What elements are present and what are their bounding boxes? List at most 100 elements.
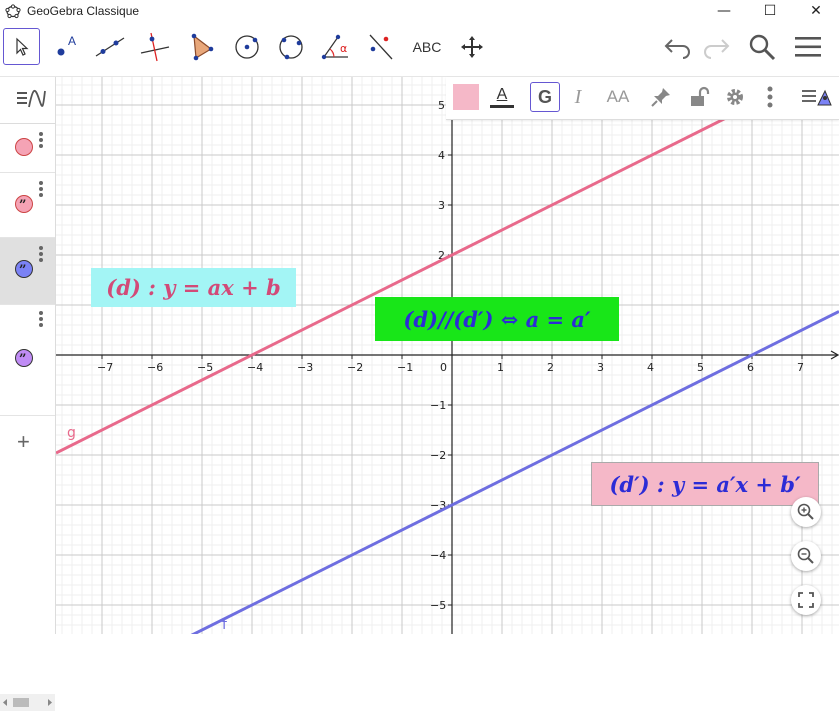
circle-center-icon xyxy=(235,35,259,59)
vertical-dots-icon xyxy=(767,86,773,108)
italic-label: I xyxy=(574,85,582,108)
unlock-icon xyxy=(691,86,710,106)
coordinate-plane[interactable]: −7−6−5−4−3−2−101234567 54321−1−2−3−4−5 g… xyxy=(56,77,839,634)
menu-icon xyxy=(795,37,821,57)
undo-button[interactable] xyxy=(660,28,696,66)
quote-blue-icon[interactable]: ” xyxy=(15,260,33,278)
main-menu-button[interactable] xyxy=(790,28,826,66)
pin-icon xyxy=(651,88,670,107)
window-title: GeoGebra Classique xyxy=(27,4,140,18)
main-toolbar: A α ABC xyxy=(0,22,839,77)
text-tool-button[interactable]: ABC xyxy=(408,28,446,66)
italic-button[interactable]: I xyxy=(562,82,594,112)
zoom-out-icon xyxy=(797,547,814,564)
item-menu-icon[interactable] xyxy=(39,132,43,150)
graphics-view-menu-button[interactable] xyxy=(798,82,834,112)
alpha-letter: α xyxy=(340,42,347,55)
arrow-cursor-icon xyxy=(15,37,29,56)
zoom-out-button[interactable] xyxy=(791,541,821,571)
add-input-button[interactable]: + xyxy=(17,429,30,455)
move-tool-button[interactable] xyxy=(3,28,40,65)
line-icon xyxy=(95,37,125,57)
algebra-item-2[interactable]: ” xyxy=(0,173,55,238)
x-tick-label: −2 xyxy=(347,361,363,374)
y-tick-label: −1 xyxy=(430,399,446,412)
svg-text:”: ” xyxy=(19,263,26,277)
circle-center-tool-button[interactable] xyxy=(228,28,266,66)
style-bar: A G I AA xyxy=(446,77,839,120)
minimize-button[interactable]: — xyxy=(701,0,747,22)
item-menu-icon[interactable] xyxy=(39,246,43,264)
x-tick-label: 5 xyxy=(697,361,704,374)
quote-pink-icon[interactable]: ” xyxy=(15,195,33,213)
title-bar: GeoGebra Classique — ☐ ✕ xyxy=(0,0,839,22)
x-tick-label: 2 xyxy=(547,361,554,374)
polygon-icon xyxy=(191,33,214,61)
x-tick-label: 1 xyxy=(497,361,504,374)
item-menu-icon[interactable] xyxy=(39,311,43,329)
sidebar-scrollbar[interactable] xyxy=(0,694,55,711)
x-tick-label: 0 xyxy=(440,361,447,374)
zoom-in-button[interactable] xyxy=(791,497,821,527)
x-tick-label: −3 xyxy=(297,361,313,374)
algebra-item-4[interactable]: ” xyxy=(0,305,55,416)
gear-icon xyxy=(727,89,743,105)
y-tick-label: −5 xyxy=(430,599,446,612)
angle-tool-button[interactable]: α xyxy=(317,28,355,66)
circle-three-points-tool-button[interactable] xyxy=(272,28,310,66)
text-box-line-d-prime[interactable]: (d′) : y = a′x + b′ xyxy=(591,462,819,506)
svg-text:”: ” xyxy=(19,352,26,366)
x-tick-label: −1 xyxy=(397,361,413,374)
bold-button[interactable]: G xyxy=(530,82,560,112)
x-tick-label: −6 xyxy=(147,361,163,374)
x-tick-label: 6 xyxy=(747,361,754,374)
text-color-bar xyxy=(490,105,514,108)
redo-icon xyxy=(704,39,730,59)
circle-three-points-icon xyxy=(279,35,303,60)
settings-button[interactable] xyxy=(720,82,750,112)
pin-button[interactable] xyxy=(646,82,676,112)
perpendicular-tool-button[interactable] xyxy=(136,28,174,66)
text-color-label: A xyxy=(496,86,508,103)
y-tick-label: 3 xyxy=(438,199,445,212)
move-view-tool-button[interactable] xyxy=(453,28,491,66)
text-box-line-d[interactable]: (d) : y = ax + b xyxy=(91,268,296,307)
text-size-button[interactable]: AA xyxy=(602,82,634,112)
line-tool-button[interactable] xyxy=(91,28,129,66)
text-box-parallel[interactable]: (d)//(d′) ⇔ a = a′ xyxy=(375,297,619,341)
algebra-header xyxy=(0,77,55,124)
pink-circle-icon[interactable] xyxy=(15,138,33,156)
close-button[interactable]: ✕ xyxy=(793,0,839,22)
svg-text:”: ” xyxy=(19,198,26,212)
line-g-label: g xyxy=(67,425,76,441)
algebra-item-3[interactable]: ” xyxy=(0,238,55,305)
y-tick-label: −4 xyxy=(430,549,446,562)
more-options-button[interactable] xyxy=(760,82,780,112)
polygon-tool-button[interactable] xyxy=(182,28,220,66)
algebra-item-1[interactable] xyxy=(0,124,55,173)
geogebra-logo-icon xyxy=(5,4,21,19)
algebra-view-icon[interactable] xyxy=(15,85,47,113)
zoom-in-icon xyxy=(797,503,814,520)
point-letter: A xyxy=(68,34,76,48)
lock-button[interactable] xyxy=(684,82,714,112)
text-color-button[interactable]: A xyxy=(486,82,518,112)
y-tick-label: −2 xyxy=(430,449,446,462)
quote-purple-icon[interactable]: ” xyxy=(15,349,33,367)
item-menu-icon[interactable] xyxy=(39,181,43,199)
redo-button[interactable] xyxy=(698,28,734,66)
fullscreen-button[interactable] xyxy=(791,585,821,615)
x-tick-label: 3 xyxy=(597,361,604,374)
color-swatch-button[interactable] xyxy=(450,82,482,112)
search-button[interactable] xyxy=(744,28,780,66)
fullscreen-icon xyxy=(798,592,814,608)
y-tick-label: 4 xyxy=(438,149,445,162)
graphics-view[interactable]: −7−6−5−4−3−2−101234567 54321−1−2−3−4−5 g… xyxy=(56,77,839,634)
point-tool-button[interactable]: A xyxy=(47,28,85,66)
maximize-button[interactable]: ☐ xyxy=(747,0,793,22)
reflect-tool-button[interactable] xyxy=(361,28,399,66)
text-size-label: AA xyxy=(606,87,630,106)
x-tick-label: −7 xyxy=(97,361,113,374)
perpendicular-icon xyxy=(140,32,170,62)
reflect-icon xyxy=(369,34,393,60)
